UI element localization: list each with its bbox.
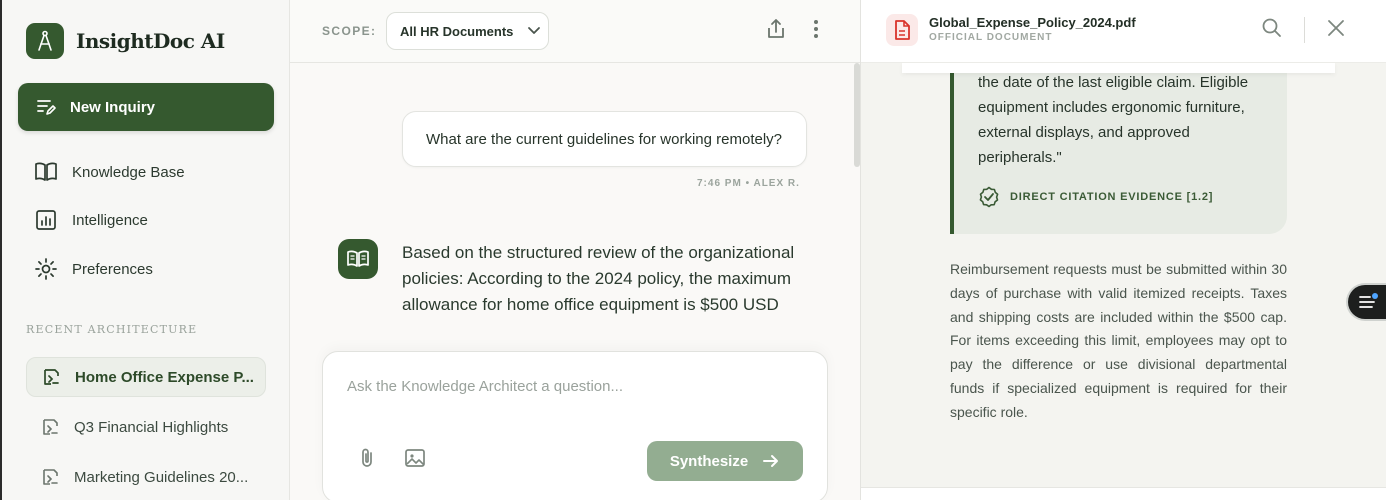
recent-item-label: Home Office Expense P...	[75, 368, 254, 386]
pdf-file-icon	[886, 14, 918, 46]
share-icon[interactable]	[764, 17, 788, 41]
nav-item-preferences[interactable]: Preferences	[34, 257, 153, 281]
chat-panel: SCOPE: All HR Documents What are the cur…	[290, 0, 860, 500]
brand[interactable]: InsightDoc AI	[26, 23, 225, 59]
arrow-right-icon	[763, 455, 779, 467]
synthesize-label: Synthesize	[669, 452, 749, 470]
new-inquiry-button[interactable]: New Inquiry	[18, 83, 274, 131]
chart-icon	[36, 210, 56, 230]
search-icon[interactable]	[1261, 17, 1283, 44]
recent-section-label: RECENT ARCHITECTURE	[26, 323, 198, 336]
recent-item-label: Marketing Guidelines 20...	[74, 468, 249, 486]
document-history-icon	[43, 469, 58, 485]
new-note-icon	[37, 100, 56, 115]
compass-logo-icon	[26, 23, 64, 59]
question-input[interactable]	[347, 378, 807, 395]
ai-book-avatar-icon	[338, 239, 378, 279]
scope-value: All HR Documents	[400, 23, 514, 39]
scope-label: SCOPE:	[322, 24, 377, 38]
brand-name: InsightDoc AI	[76, 29, 225, 53]
header-divider	[1304, 17, 1305, 43]
viewer-footer	[861, 487, 1386, 500]
nav-item-knowledge-base[interactable]: Knowledge Base	[34, 161, 185, 183]
scope-select[interactable]: All HR Documents	[386, 12, 549, 50]
evidence-label: DIRECT CITATION EVIDENCE [1.2]	[1010, 191, 1214, 203]
chat-header: SCOPE: All HR Documents	[290, 0, 860, 63]
nav-item-intelligence[interactable]: Intelligence	[34, 209, 148, 231]
user-message-meta: 7:46 PM • ALEX R.	[697, 178, 800, 189]
viewer-header: Global_Expense_Policy_2024.pdf OFFICIAL …	[861, 0, 1386, 63]
document-body-text: Reimbursement requests must be submitted…	[950, 261, 1287, 420]
recent-item-label: Q3 Financial Highlights	[74, 418, 229, 436]
chevron-down-icon	[528, 27, 541, 34]
user-message: What are the current guidelines for work…	[402, 111, 807, 167]
paperclip-icon[interactable]	[355, 446, 379, 470]
synthesize-button[interactable]: Synthesize	[647, 441, 803, 481]
quote-text: the date of the last eligible claim. Eli…	[978, 74, 1249, 166]
document-history-icon	[44, 369, 59, 385]
document-type: OFFICIAL DOCUMENT	[929, 32, 1053, 43]
more-vertical-icon[interactable]	[804, 17, 828, 41]
image-icon[interactable]	[403, 446, 427, 470]
new-inquiry-label: New Inquiry	[70, 98, 156, 116]
document-name: Global_Expense_Policy_2024.pdf	[929, 15, 1136, 30]
book-open-icon	[35, 162, 57, 181]
ai-message: Based on the structured review of the or…	[402, 243, 795, 314]
composer: Synthesize	[322, 351, 828, 500]
recent-item-marketing[interactable]: Marketing Guidelines 20...	[26, 457, 266, 497]
recent-item-q3-financial[interactable]: Q3 Financial Highlights	[26, 407, 266, 447]
document-card-edge	[902, 63, 1335, 73]
notification-dot	[1372, 293, 1378, 299]
nav-label: Preferences	[72, 260, 153, 278]
document-history-icon	[43, 419, 58, 435]
verified-badge-icon	[979, 186, 999, 208]
recent-item-home-office[interactable]: Home Office Expense P...	[26, 357, 266, 397]
floating-notes-button[interactable]	[1346, 283, 1386, 321]
document-viewer: Global_Expense_Policy_2024.pdf OFFICIAL …	[860, 0, 1386, 500]
gear-icon	[35, 258, 57, 280]
sidebar: InsightDoc AI New Inquiry Knowledge Base…	[0, 0, 290, 500]
citation-evidence[interactable]: DIRECT CITATION EVIDENCE [1.2]	[978, 186, 1213, 208]
nav-label: Intelligence	[72, 211, 148, 229]
close-icon[interactable]	[1325, 17, 1347, 44]
nav-label: Knowledge Base	[72, 163, 185, 181]
